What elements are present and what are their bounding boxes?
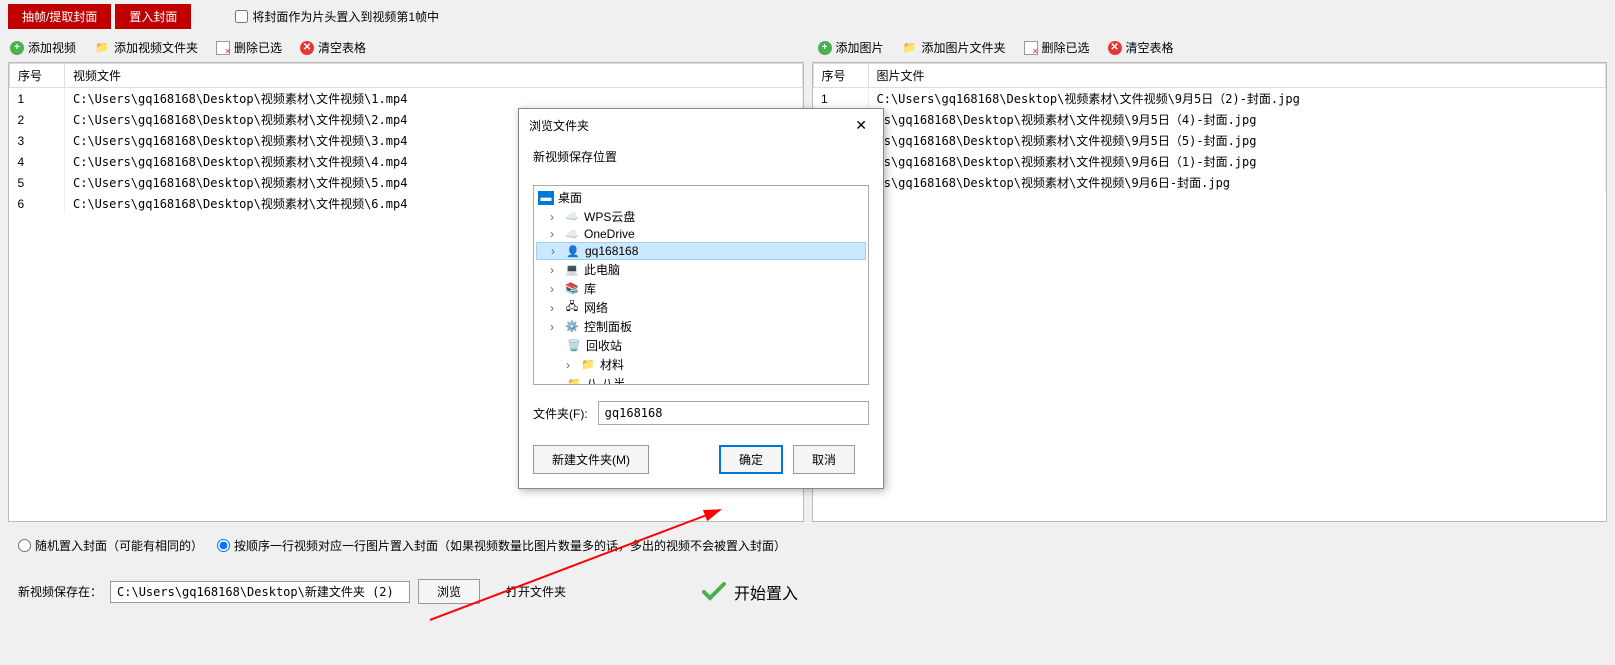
table-row[interactable]: rs\gq168168\Desktop\视频素材\文件视频\9月5日（4)-封面… bbox=[813, 109, 1606, 130]
save-label: 新视频保存在： bbox=[18, 583, 102, 600]
folder-label: 文件夹(F): bbox=[533, 405, 588, 422]
folder-icon: 📁 bbox=[902, 41, 918, 55]
check-icon bbox=[702, 582, 726, 602]
close-icon[interactable]: ✕ bbox=[849, 117, 873, 134]
delete-selected-video-button[interactable]: 删除已选 bbox=[216, 39, 282, 56]
folder-tree[interactable]: ▬桌面 ›☁️WPS云盘 ›☁️OneDrive ›👤gq168168 ›💻此电… bbox=[533, 185, 869, 385]
cloud-icon: ☁️ bbox=[564, 210, 580, 224]
delete-icon bbox=[216, 41, 230, 55]
image-table-panel: 序号 图片文件 1C:\Users\gq168168\Desktop\视频素材\… bbox=[812, 62, 1608, 522]
delete-icon bbox=[1024, 41, 1038, 55]
dialog-subtitle: 新视频保存位置 bbox=[533, 148, 869, 165]
plus-icon: + bbox=[10, 41, 24, 55]
add-video-folder-button[interactable]: 📁添加视频文件夹 bbox=[94, 39, 198, 56]
tree-wps[interactable]: ›☁️WPS云盘 bbox=[536, 207, 866, 226]
add-image-folder-button[interactable]: 📁添加图片文件夹 bbox=[902, 39, 1006, 56]
library-icon: 📚 bbox=[564, 282, 580, 296]
folder-icon: 📁 bbox=[566, 377, 582, 386]
checkbox-insert-first-frame[interactable]: 将封面作为片头置入到视频第1帧中 bbox=[235, 8, 439, 25]
pc-icon: 💻 bbox=[564, 263, 580, 277]
folder-icon: 📁 bbox=[94, 41, 110, 55]
tree-recycle[interactable]: 🗑️回收站 bbox=[536, 336, 866, 355]
browse-folder-dialog: 浏览文件夹 ✕ 新视频保存位置 ▬桌面 ›☁️WPS云盘 ›☁️OneDrive… bbox=[518, 108, 884, 489]
chevron-right-icon[interactable]: › bbox=[550, 263, 560, 277]
clear-icon: ✕ bbox=[300, 41, 314, 55]
chevron-right-icon[interactable]: › bbox=[551, 244, 561, 258]
chevron-right-icon[interactable]: › bbox=[566, 358, 576, 372]
open-folder-button[interactable]: 打开文件夹 bbox=[488, 580, 584, 603]
clear-image-table-button[interactable]: ✕清空表格 bbox=[1108, 39, 1174, 56]
desktop-icon: ▬ bbox=[538, 191, 554, 205]
dialog-title: 浏览文件夹 bbox=[529, 117, 589, 134]
clear-video-table-button[interactable]: ✕清空表格 bbox=[300, 39, 366, 56]
new-folder-button[interactable]: 新建文件夹(M) bbox=[533, 445, 649, 474]
tree-lib[interactable]: ›📚库 bbox=[536, 279, 866, 298]
radio-random[interactable]: 随机置入封面（可能有相同的） bbox=[18, 537, 203, 554]
tree-pc[interactable]: ›💻此电脑 bbox=[536, 260, 866, 279]
cloud-icon: ☁️ bbox=[564, 227, 580, 241]
cancel-button[interactable]: 取消 bbox=[793, 445, 855, 474]
control-icon: ⚙️ bbox=[564, 320, 580, 334]
start-button[interactable]: 开始置入 bbox=[702, 580, 798, 604]
chevron-right-icon[interactable]: › bbox=[550, 320, 560, 334]
video-col-file[interactable]: 视频文件 bbox=[65, 64, 803, 88]
browse-button[interactable]: 浏览 bbox=[418, 579, 480, 604]
tree-user[interactable]: ›👤gq168168 bbox=[536, 242, 866, 260]
image-col-seq[interactable]: 序号 bbox=[813, 64, 868, 88]
user-icon: 👤 bbox=[565, 244, 581, 258]
tree-more[interactable]: 📁八 八半 bbox=[536, 374, 866, 385]
table-row[interactable]: rs\gq168168\Desktop\视频素材\文件视频\9月6日-封面.jp… bbox=[813, 172, 1606, 193]
tab-insert-cover[interactable]: 置入封面 bbox=[115, 4, 191, 29]
tree-onedrive[interactable]: ›☁️OneDrive bbox=[536, 226, 866, 242]
folder-icon: 📁 bbox=[580, 358, 596, 372]
video-col-seq[interactable]: 序号 bbox=[10, 64, 65, 88]
network-icon: 🖧 bbox=[564, 301, 580, 315]
clear-icon: ✕ bbox=[1108, 41, 1122, 55]
recycle-icon: 🗑️ bbox=[566, 339, 582, 353]
tab-extract-cover[interactable]: 抽帧/提取封面 bbox=[8, 4, 111, 29]
table-row[interactable]: 1C:\Users\gq168168\Desktop\视频素材\文件视频\1.m… bbox=[10, 88, 803, 110]
save-path-input[interactable] bbox=[110, 581, 410, 603]
chevron-right-icon[interactable]: › bbox=[550, 282, 560, 296]
checkbox-input[interactable] bbox=[235, 10, 248, 23]
ok-button[interactable]: 确定 bbox=[719, 445, 783, 474]
radio-ordered[interactable]: 按顺序一行视频对应一行图片置入封面（如果视频数量比图片数量多的话，多出的视频不会… bbox=[217, 537, 786, 554]
tree-network[interactable]: ›🖧网络 bbox=[536, 298, 866, 317]
table-row[interactable]: rs\gq168168\Desktop\视频素材\文件视频\9月6日（1)-封面… bbox=[813, 151, 1606, 172]
chevron-right-icon[interactable]: › bbox=[550, 210, 560, 224]
folder-name-input[interactable] bbox=[598, 401, 869, 425]
tree-control[interactable]: ›⚙️控制面板 bbox=[536, 317, 866, 336]
add-video-button[interactable]: +添加视频 bbox=[10, 39, 76, 56]
tree-desktop[interactable]: ▬桌面 bbox=[536, 188, 866, 207]
delete-selected-image-button[interactable]: 删除已选 bbox=[1024, 39, 1090, 56]
checkbox-label: 将封面作为片头置入到视频第1帧中 bbox=[252, 8, 439, 25]
image-col-file[interactable]: 图片文件 bbox=[868, 64, 1606, 88]
table-row[interactable]: rs\gq168168\Desktop\视频素材\文件视频\9月5日（5)-封面… bbox=[813, 130, 1606, 151]
plus-icon: + bbox=[818, 41, 832, 55]
add-image-button[interactable]: +添加图片 bbox=[818, 39, 884, 56]
table-row[interactable]: 1C:\Users\gq168168\Desktop\视频素材\文件视频\9月5… bbox=[813, 88, 1606, 110]
chevron-right-icon[interactable]: › bbox=[550, 301, 560, 315]
chevron-right-icon[interactable]: › bbox=[550, 227, 560, 241]
tree-material[interactable]: ›📁材料 bbox=[536, 355, 866, 374]
